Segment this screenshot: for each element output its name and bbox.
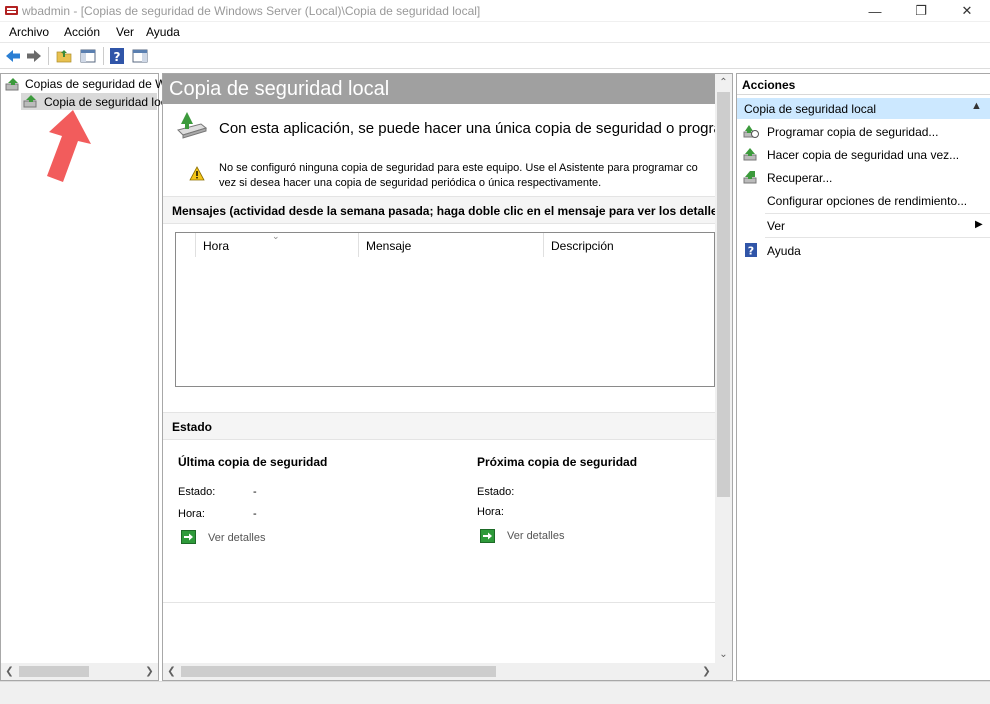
menu-archivo[interactable]: Archivo — [9, 25, 49, 39]
toolbar-separator — [48, 47, 49, 65]
scroll-thumb[interactable] — [19, 666, 89, 677]
scroll-right-arrow[interactable]: ❯ — [698, 663, 715, 680]
results-header: Copia de seguridad local — [163, 74, 715, 104]
window-title: wbadmin - [Copias de seguridad de Window… — [22, 4, 481, 18]
last-backup-title: Última copia de seguridad — [178, 455, 328, 469]
actions-section-local[interactable]: Copia de seguridad local ▲ — [737, 98, 990, 119]
svg-text:?: ? — [114, 50, 121, 64]
toolbar: ? — [0, 43, 990, 69]
console-tree-pane: Copias de seguridad de W Copia de seguri… — [0, 73, 167, 681]
status-section-header: Estado — [163, 412, 715, 440]
close-button[interactable]: ✕ — [944, 0, 990, 22]
folder-up-icon[interactable] — [55, 47, 73, 65]
warning-line-2: vez si desea hacer una copia de segurida… — [219, 177, 602, 189]
actions-pane: Acciones Copia de seguridad local ▲ Prog… — [736, 73, 990, 681]
last-estado-label: Estado: — [178, 486, 216, 498]
messages-section-header: Mensajes (actividad desde la semana pasa… — [163, 196, 728, 224]
scroll-thumb[interactable] — [717, 92, 730, 497]
tree-horizontal-scrollbar[interactable]: ❮ ❯ — [1, 663, 158, 680]
svg-text:?: ? — [748, 245, 754, 258]
menu-bar: Archivo Acción Ver Ayuda — [0, 22, 990, 43]
page-title: Copia de seguridad local — [169, 78, 390, 100]
show-hide-action-pane-icon[interactable] — [131, 47, 149, 65]
annotation-arrow-icon — [47, 110, 91, 182]
actions-section-label: Copia de seguridad local — [744, 102, 877, 116]
menu-accion[interactable]: Acción — [64, 25, 100, 39]
maximize-button[interactable]: ❐ — [898, 0, 944, 22]
tree-child-label: Copia de seguridad loc — [44, 95, 167, 109]
show-hide-tree-icon[interactable] — [79, 47, 97, 65]
action-configurar[interactable]: Configurar opciones de rendimiento... — [767, 194, 967, 208]
column-descripcion[interactable]: Descripción — [544, 233, 716, 257]
help-icon[interactable]: ? — [108, 47, 126, 65]
action-recuperar[interactable]: Recuperar... — [767, 171, 832, 185]
results-horizontal-scrollbar[interactable]: ❮ ❯ — [163, 663, 715, 680]
minimize-button[interactable]: — — [852, 0, 898, 22]
column-mensaje[interactable]: Mensaje — [359, 233, 544, 257]
last-estado-value: - — [253, 486, 257, 498]
results-pane: Copia de seguridad local Con esta aplica… — [162, 73, 733, 681]
next-hora-label: Hora: — [477, 506, 504, 518]
title-bar: wbadmin - [Copias de seguridad de Window… — [0, 0, 990, 22]
status-header: Estado — [172, 420, 213, 434]
tree-root-label[interactable]: Copias de seguridad de W — [25, 77, 166, 91]
scroll-up-arrow[interactable]: ⌃ — [715, 74, 732, 91]
recover-icon — [743, 171, 757, 184]
actions-header-bar: Acciones — [737, 74, 990, 95]
actions-header: Acciones — [742, 78, 796, 92]
scroll-thumb[interactable] — [181, 666, 496, 677]
menu-ver[interactable]: Ver — [116, 25, 134, 39]
menu-ayuda[interactable]: Ayuda — [146, 25, 180, 39]
collapse-triangle-icon[interactable]: ▲ — [971, 100, 982, 112]
view-details-icon[interactable] — [181, 530, 196, 544]
intro-text: Con esta aplicación, se puede hacer una … — [219, 120, 722, 137]
next-backup-title: Próxima copia de seguridad — [477, 455, 638, 469]
back-arrow-icon[interactable] — [4, 47, 22, 65]
status-bar — [0, 681, 990, 704]
backup-once-icon — [743, 148, 757, 161]
action-hacer-copia[interactable]: Hacer copia de seguridad una vez... — [767, 148, 959, 162]
scroll-right-arrow[interactable]: ❯ — [141, 663, 158, 680]
next-view-details-link[interactable]: Ver detalles — [507, 530, 564, 542]
results-vertical-scrollbar[interactable]: ⌃ ⌄ — [715, 74, 732, 663]
divider — [163, 602, 715, 603]
actions-separator — [765, 213, 990, 214]
schedule-backup-icon — [743, 125, 759, 138]
scroll-left-arrow[interactable]: ❮ — [163, 663, 180, 680]
scroll-left-arrow[interactable]: ❮ — [1, 663, 18, 680]
last-hora-label: Hora: — [178, 508, 205, 520]
actions-separator — [765, 237, 990, 238]
messages-header: Mensajes (actividad desde la semana pasa… — [172, 204, 729, 218]
last-hora-value: - — [253, 508, 257, 520]
forward-arrow-icon[interactable] — [25, 47, 43, 65]
sort-chevron-icon: ⌄ — [272, 231, 280, 241]
server-backup-app-icon — [5, 6, 18, 15]
messages-table[interactable]: Hora ⌄ Mensaje Descripción — [175, 231, 716, 387]
next-estado-label: Estado: — [477, 486, 515, 498]
backup-root-icon — [5, 78, 19, 91]
action-ayuda[interactable]: Ayuda — [767, 244, 801, 258]
scroll-down-arrow[interactable]: ⌄ — [715, 646, 732, 663]
backup-large-icon — [177, 112, 208, 139]
toolbar-separator — [103, 47, 104, 65]
warning-icon — [189, 166, 205, 181]
warning-line-1: No se configuró ninguna copia de segurid… — [219, 162, 698, 174]
action-ver[interactable]: Ver — [767, 219, 785, 233]
view-details-icon[interactable] — [480, 529, 495, 543]
last-view-details-link[interactable]: Ver detalles — [208, 532, 265, 544]
help-icon: ? — [745, 243, 757, 258]
submenu-arrow-icon[interactable]: ▶ — [975, 219, 983, 230]
action-programar[interactable]: Programar copia de seguridad... — [767, 125, 938, 139]
